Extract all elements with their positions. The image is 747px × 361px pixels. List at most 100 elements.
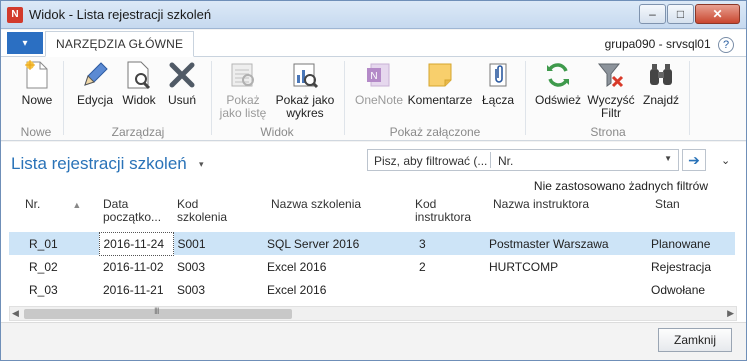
table-row[interactable]: R_01 2016-11-24 S001 SQL Server 2016 3 P… bbox=[9, 231, 735, 256]
app-menu-button[interactable]: ▾ bbox=[7, 32, 43, 54]
column-header-nazwa-instruktora[interactable]: Nazwa instruktora bbox=[483, 194, 647, 232]
cell-nazwa-szkolenia[interactable]: Excel 2016 bbox=[247, 255, 411, 278]
group-separator bbox=[63, 61, 64, 135]
cell-stan[interactable]: Rejestracja bbox=[647, 255, 735, 278]
show-as-chart-label: Pokaż jako wykres bbox=[275, 93, 335, 120]
title-bar: N Widok - Lista rejestracji szkoleń – □ … bbox=[1, 1, 746, 29]
cell-data[interactable]: 2016-11-21 bbox=[99, 278, 173, 301]
close-window-button[interactable]: ✕ bbox=[695, 4, 740, 24]
apply-filter-button[interactable]: ➔ bbox=[682, 149, 706, 171]
window-title: Widok - Lista rejestracji szkoleń bbox=[29, 7, 212, 22]
window-controls: – □ ✕ bbox=[638, 4, 740, 24]
column-header-kod-szkolenia[interactable]: Kod szkolenia bbox=[173, 194, 247, 232]
tab-narzedzia-glowne[interactable]: NARZĘDZIA GŁÓWNE bbox=[45, 31, 195, 57]
refresh-button[interactable]: Odśwież bbox=[533, 59, 583, 107]
clear-filter-label: Wyczyść Filtr bbox=[587, 93, 635, 120]
edit-button[interactable]: Edycja bbox=[73, 59, 117, 107]
filter-field-select[interactable]: Nr. bbox=[498, 154, 513, 168]
group-label-pokaz-zalaczone: Pokaż załączone bbox=[389, 125, 481, 139]
cell-nr[interactable]: R_01 bbox=[9, 232, 99, 255]
cell-data[interactable]: 2016-11-02 bbox=[99, 255, 173, 278]
table-header-row: Nr. ▲ Data początko... Kod szkolenia Nazw… bbox=[9, 194, 735, 232]
refresh-icon bbox=[542, 59, 574, 91]
cell-kod-szkolenia[interactable]: S003 bbox=[173, 255, 247, 278]
find-label: Znajdź bbox=[642, 93, 680, 107]
cell-nazwa-szkolenia[interactable]: Excel 2016 bbox=[247, 278, 411, 301]
scrollbar-thumb[interactable]: III bbox=[24, 306, 292, 319]
cell-kod-szkolenia[interactable]: S003 bbox=[173, 278, 247, 301]
chevron-down-icon[interactable]: ▼ bbox=[664, 154, 672, 163]
group-separator bbox=[689, 61, 690, 135]
delete-button[interactable]: Usuń bbox=[161, 59, 203, 107]
group-label-nowe: Nowe bbox=[20, 125, 52, 139]
find-button[interactable]: Znajdź bbox=[639, 59, 683, 107]
view-button[interactable]: Widok bbox=[117, 59, 161, 107]
onenote-icon: N bbox=[363, 59, 395, 91]
cell-nazwa-instruktora[interactable]: Postmaster Warszawa bbox=[483, 232, 647, 255]
cell-nr[interactable]: R_02 bbox=[9, 255, 99, 278]
clear-filter-button[interactable]: Wyczyść Filtr bbox=[585, 59, 637, 120]
table-row[interactable]: R_02 2016-11-02 S003 Excel 2016 2 HURTCO… bbox=[9, 255, 735, 278]
collapse-chevron-icon[interactable]: ⌄ bbox=[721, 154, 730, 167]
group-label-widok: Widok bbox=[260, 125, 294, 139]
new-button[interactable]: Nowe bbox=[15, 59, 59, 107]
delete-x-icon bbox=[166, 59, 198, 91]
cell-kod-instruktora[interactable]: 3 bbox=[411, 232, 483, 255]
cell-kod-instruktora[interactable] bbox=[411, 278, 483, 301]
app-logo-icon: N bbox=[7, 7, 23, 23]
binoculars-icon bbox=[645, 59, 677, 91]
close-button[interactable]: Zamknij bbox=[658, 328, 732, 352]
links-button[interactable]: Łącza bbox=[477, 59, 519, 107]
delete-button-label: Usuń bbox=[167, 93, 196, 107]
scrollbar-grip: III bbox=[154, 306, 159, 316]
cell-nazwa-instruktora[interactable]: HURTCOMP bbox=[483, 255, 647, 278]
footer: Zamknij bbox=[1, 322, 746, 360]
new-document-icon bbox=[21, 59, 53, 91]
comments-button[interactable]: Komentarze bbox=[407, 59, 473, 107]
filter-box: Pisz, aby filtrować (... Nr. ▼ bbox=[367, 149, 679, 171]
pencil-icon bbox=[79, 59, 111, 91]
link-paperclip-icon bbox=[482, 59, 514, 91]
list-area: Lista rejestracji szkoleń ▾ Pisz, aby fi… bbox=[1, 142, 746, 322]
group-separator bbox=[525, 61, 526, 135]
view-document-icon bbox=[123, 59, 155, 91]
title-dropdown-icon[interactable]: ▾ bbox=[199, 159, 204, 170]
onenote-button[interactable]: N OneNote bbox=[351, 59, 407, 107]
minimize-button[interactable]: – bbox=[639, 4, 666, 24]
server-name: grupa090 - srvsql01 bbox=[604, 37, 711, 51]
cell-nr[interactable]: R_03 bbox=[9, 278, 99, 301]
scroll-left-icon[interactable]: ◀ bbox=[12, 308, 19, 319]
filter-input[interactable]: Pisz, aby filtrować (... bbox=[374, 154, 487, 168]
view-button-label: Widok bbox=[122, 93, 156, 107]
column-header-data[interactable]: Data początko... bbox=[99, 194, 173, 232]
column-header-nazwa-szkolenia[interactable]: Nazwa szkolenia bbox=[247, 194, 411, 232]
ribbon: Nowe Edycja Widok Usuń Pokaż jako listę … bbox=[1, 57, 746, 141]
horizontal-scrollbar[interactable]: ◀ III ▶ bbox=[9, 306, 737, 321]
list-view-icon bbox=[227, 59, 259, 91]
group-label-zarzadzaj: Zarządzaj bbox=[111, 125, 165, 139]
cell-kod-instruktora[interactable]: 2 bbox=[411, 255, 483, 278]
onenote-label: OneNote bbox=[354, 93, 404, 107]
show-as-list-label: Pokaż jako listę bbox=[219, 93, 267, 120]
edit-button-label: Edycja bbox=[76, 93, 114, 107]
chart-view-icon bbox=[289, 59, 321, 91]
cell-nazwa-szkolenia[interactable]: SQL Server 2016 bbox=[247, 232, 411, 255]
filter-divider bbox=[490, 152, 491, 168]
column-header-nr[interactable]: Nr. ▲ bbox=[9, 194, 99, 232]
show-as-list-button[interactable]: Pokaż jako listę bbox=[215, 59, 271, 120]
cell-kod-szkolenia[interactable]: S001 bbox=[173, 232, 247, 255]
maximize-button[interactable]: □ bbox=[667, 4, 694, 24]
cell-stan[interactable]: Planowane bbox=[647, 232, 735, 255]
cell-stan[interactable]: Odwołane bbox=[647, 278, 735, 301]
column-header-kod-instruktora[interactable]: Kod instruktora bbox=[411, 194, 483, 232]
help-icon[interactable]: ? bbox=[718, 37, 734, 53]
scroll-right-icon[interactable]: ▶ bbox=[727, 308, 734, 319]
comments-label: Komentarze bbox=[407, 93, 473, 107]
data-table: Nr. ▲ Data początko... Kod szkolenia Nazw… bbox=[9, 194, 735, 301]
page-title: Lista rejestracji szkoleń bbox=[11, 154, 187, 173]
cell-nazwa-instruktora[interactable] bbox=[483, 278, 647, 301]
column-header-stan[interactable]: Stan bbox=[647, 194, 735, 232]
cell-data[interactable]: 2016-11-24 bbox=[98, 231, 174, 256]
show-as-chart-button[interactable]: Pokaż jako wykres bbox=[273, 59, 337, 120]
table-row[interactable]: R_03 2016-11-21 S003 Excel 2016 Odwołane bbox=[9, 278, 735, 301]
